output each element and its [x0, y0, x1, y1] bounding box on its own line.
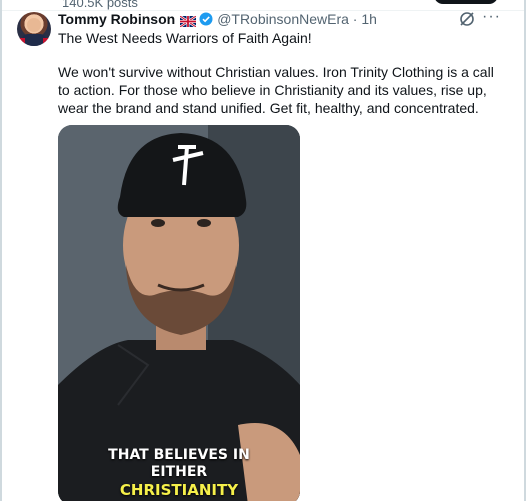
avatar[interactable]: [17, 12, 51, 46]
tweet-headline: The West Needs Warriors of Faith Again!: [58, 30, 312, 46]
author-handle-time[interactable]: @TRobinsonNewEra · 1h: [217, 11, 377, 27]
video-caption-line2: EITHER: [150, 464, 208, 480]
tweet-card[interactable]: 140.5K posts Tommy Robinson @TRobinsonNe…: [0, 0, 526, 501]
video-frame: [58, 125, 300, 501]
video-player[interactable]: [58, 125, 300, 501]
tweet-body: We won't survive without Christian value…: [58, 64, 494, 116]
verified-badge-icon[interactable]: [199, 12, 213, 26]
video-caption-line3: CHRISTIANITY: [119, 481, 239, 499]
author-name[interactable]: Tommy Robinson: [58, 11, 175, 27]
tweet-header: Tommy Robinson @TRobinsonNewEra · 1h: [58, 10, 377, 28]
follow-button[interactable]: [434, 0, 498, 4]
more-options-icon[interactable]: ···: [482, 8, 501, 26]
video-caption-line1: THAT BELIEVES IN: [108, 447, 250, 463]
posts-count: 140.5K posts: [62, 0, 138, 10]
uk-flag-icon: [179, 14, 197, 28]
grok-icon[interactable]: [458, 10, 476, 28]
